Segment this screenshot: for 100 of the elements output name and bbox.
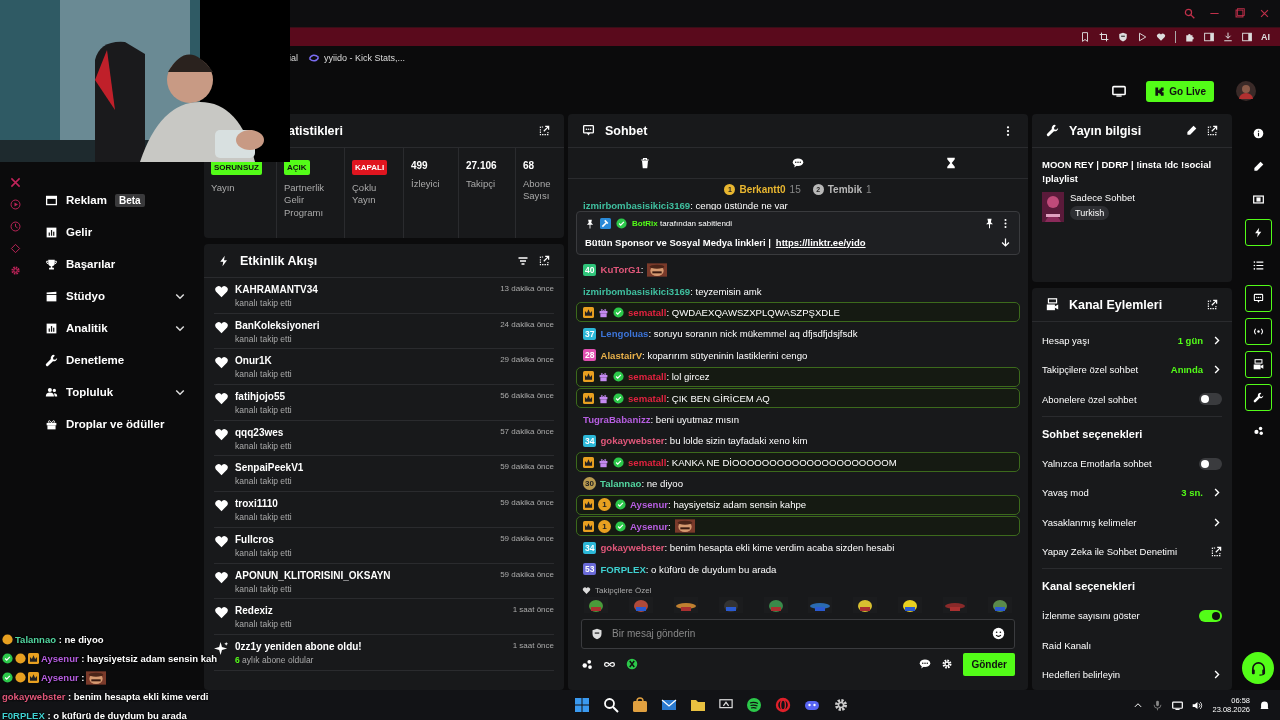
bookmark-icon[interactable]	[1080, 32, 1090, 42]
crown-badge-icon	[583, 499, 594, 511]
crown-badge-icon	[583, 371, 594, 383]
panel-title: Yayın bilgisi	[1069, 123, 1142, 138]
download-icon[interactable]	[1223, 32, 1233, 42]
setting-label: Yapay Zeka ile Sohbet Denetimi	[1042, 545, 1177, 557]
toggle-switch[interactable]	[1199, 457, 1222, 470]
avatar-icon[interactable]	[1236, 81, 1256, 101]
ai-button[interactable]: AI	[1261, 32, 1270, 42]
smiley-icon[interactable]	[992, 626, 1005, 640]
language-tag[interactable]: Turkish	[1070, 205, 1110, 220]
sidebar-item[interactable]: Gelir	[45, 216, 186, 248]
category-name[interactable]: Sadece Sohbet	[1070, 191, 1135, 203]
windows-icon[interactable]	[574, 697, 591, 713]
pencil-icon	[1252, 161, 1264, 172]
music-circle-icon[interactable]	[746, 697, 763, 713]
sidebar-icon[interactable]	[1204, 32, 1214, 42]
pin-icon[interactable]	[984, 218, 995, 229]
clock-icon[interactable]	[9, 221, 21, 232]
broadcast-tool-button[interactable]	[1244, 318, 1272, 345]
ring-icon[interactable]	[775, 697, 792, 713]
speaker-icon[interactable]	[1192, 699, 1204, 711]
event-time: 57 dakika önce	[500, 426, 554, 436]
chat-tool-button[interactable]	[1244, 285, 1272, 312]
event-title: BanKoleksiyoneri	[235, 319, 320, 331]
headset-icon	[1250, 660, 1266, 676]
message-input[interactable]: Bir mesaj gönderin	[581, 618, 1015, 649]
shield-icon[interactable]	[1118, 32, 1128, 42]
sidebar-item[interactable]: Analitik	[45, 312, 186, 344]
help-button[interactable]	[1242, 652, 1274, 684]
monitor-icon[interactable]	[1172, 699, 1184, 711]
filter-icon[interactable]	[517, 254, 529, 267]
speech-bubble-icon[interactable]	[792, 157, 804, 169]
setting-label: Yalnızca Emotlarla sohbet	[1042, 458, 1152, 470]
sidebar-item[interactable]: Başarılar	[45, 248, 186, 280]
sidebar-icon[interactable]	[1242, 32, 1252, 42]
trash-icon[interactable]	[638, 157, 651, 169]
speech-bubble-icon[interactable]	[919, 658, 932, 671]
puzzle-icon[interactable]	[1185, 32, 1195, 42]
external-icon[interactable]	[1211, 545, 1222, 557]
kick-coin-icon[interactable]	[626, 658, 638, 671]
bolt-tool-button[interactable]	[1244, 219, 1272, 246]
chevron-up-icon[interactable]	[1133, 700, 1144, 710]
heart-icon[interactable]	[1156, 32, 1166, 42]
external-icon[interactable]	[1207, 125, 1218, 136]
pencil-icon[interactable]	[1186, 125, 1197, 136]
external-icon[interactable]	[539, 125, 550, 136]
event-time: 1 saat önce	[512, 605, 554, 615]
crop-icon[interactable]	[1099, 32, 1109, 42]
go-live-button[interactable]: Go Live	[1146, 80, 1214, 102]
sidebar-item[interactable]: Stüdyo	[45, 280, 186, 312]
dots-icon[interactable]	[581, 658, 593, 671]
x-logo-icon[interactable]	[9, 177, 21, 188]
wrench-tool-button[interactable]	[1244, 384, 1272, 411]
crown-badge-icon	[583, 520, 594, 532]
event-title: APONUN_KLITORISINI_OKSAYN	[235, 569, 391, 581]
maximize-icon[interactable]	[1234, 8, 1245, 19]
bookmark-link[interactable]: ial	[289, 53, 298, 63]
monitor-icon[interactable]	[1112, 84, 1127, 98]
gear-icon[interactable]	[941, 658, 954, 671]
search-icon[interactable]	[603, 697, 620, 713]
mail-icon[interactable]	[661, 697, 678, 713]
stat-label: Çoklu Yayın	[352, 182, 378, 207]
toggle-switch[interactable]	[1199, 609, 1222, 622]
event-title: Fullcros	[235, 533, 275, 545]
setting-label: Abonelere özel sohbet	[1042, 393, 1137, 405]
camera-tool-button[interactable]	[1244, 351, 1272, 378]
mic-icon[interactable]	[1152, 699, 1164, 711]
sidebar-item[interactable]: Denetleme	[45, 344, 186, 376]
sidebar-item[interactable]: Droplar ve ödüller	[45, 408, 186, 440]
toggle-switch[interactable]	[1199, 393, 1222, 406]
hourglass-icon[interactable]	[945, 157, 958, 169]
link[interactable]: https://linktr.ee/yido	[775, 237, 866, 248]
close-icon[interactable]	[1259, 8, 1270, 19]
event-time: 56 dakika önce	[500, 391, 554, 401]
gear-icon[interactable]	[833, 697, 850, 713]
event-detail: kanalı takip etti	[235, 369, 292, 380]
trophy-icon	[45, 257, 58, 271]
send-button[interactable]: Gönder	[963, 652, 1015, 676]
sidebar-item[interactable]: Topluluk	[45, 376, 186, 408]
stat-label: Partnerlik Gelir Programı	[284, 182, 326, 220]
section-heading: Sohbet seçenekleri	[1042, 426, 1144, 442]
crown-badge-icon	[583, 306, 594, 318]
setting-value: 3 sn.	[1181, 487, 1203, 499]
arrow-down-icon[interactable]	[1000, 237, 1011, 248]
sidebar-item[interactable]: Reklam Beta	[45, 184, 186, 216]
setting-label: Hesap yaşı	[1042, 335, 1090, 347]
store-icon[interactable]	[632, 697, 649, 713]
bookmark-link[interactable]: yyiido - Kick Stats,...	[308, 52, 406, 64]
address-bar[interactable]: AI	[290, 28, 1280, 46]
external-icon[interactable]	[1207, 299, 1218, 310]
play-circle-icon[interactable]	[9, 199, 21, 210]
play-icon[interactable]	[1137, 32, 1147, 42]
external-icon[interactable]	[539, 255, 550, 266]
bell-icon[interactable]	[1259, 699, 1270, 711]
emote-section-label: Takipçilere Özel	[595, 585, 652, 595]
chat-message: KuTorG1:	[600, 264, 644, 276]
chat-message: TugraBabanizz: beni uyutmaz mısın	[583, 413, 740, 425]
diamond-icon[interactable]	[9, 243, 21, 254]
folder-icon[interactable]	[690, 697, 707, 713]
